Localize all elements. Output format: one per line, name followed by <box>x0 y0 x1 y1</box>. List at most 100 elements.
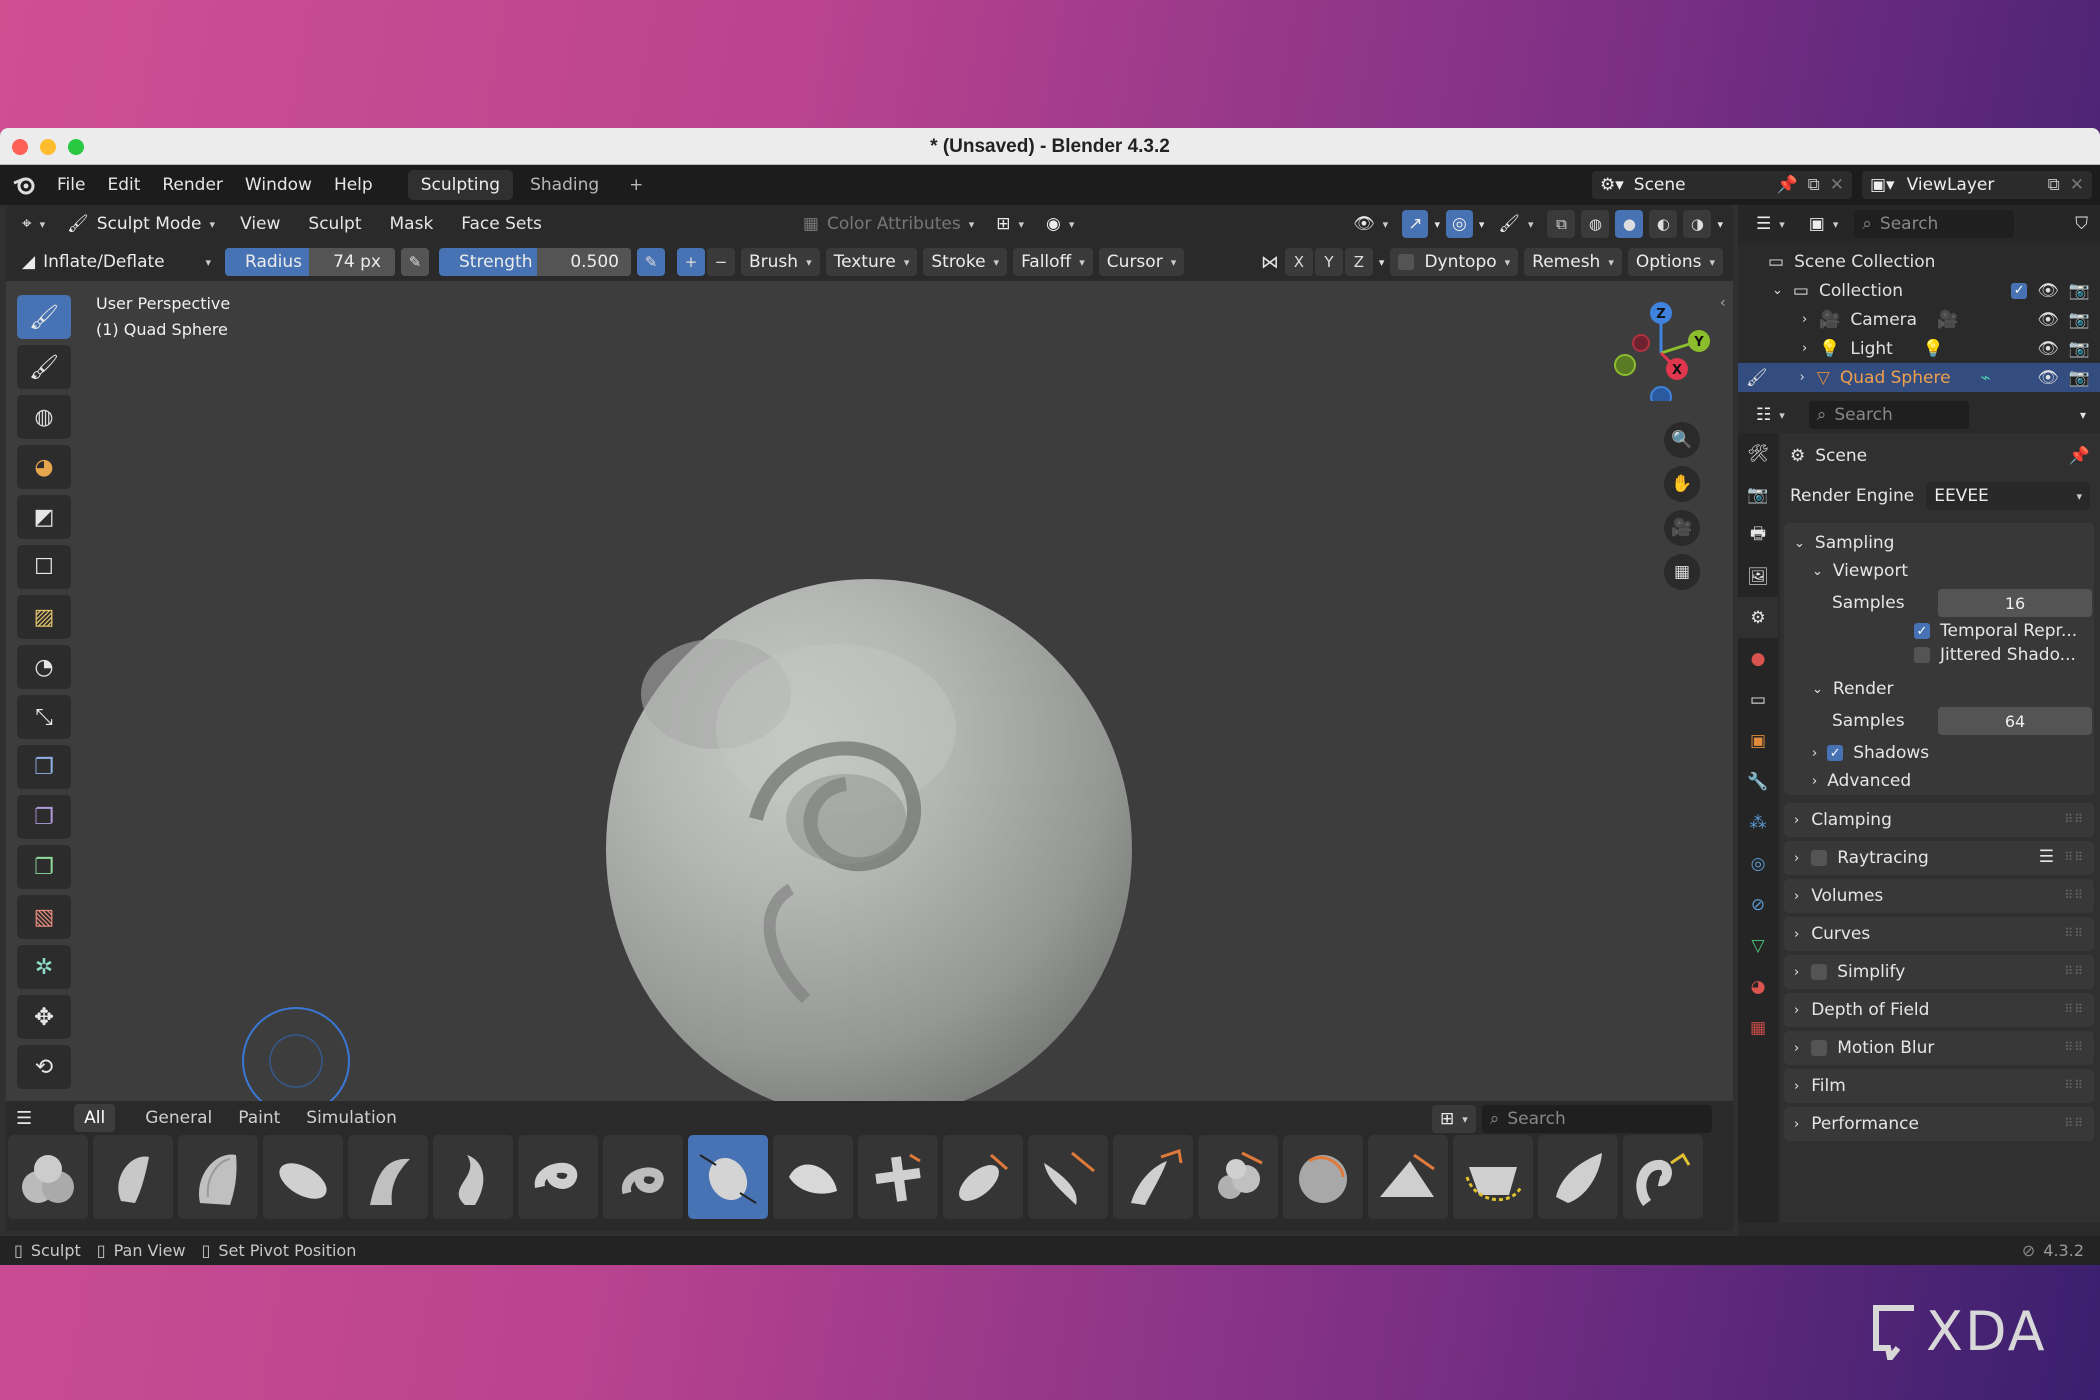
material-shading-button[interactable]: ◐ <box>1649 210 1678 238</box>
jittered-shadows-row[interactable]: Jittered Shado... <box>1914 643 2076 667</box>
color-attributes-dropdown[interactable]: ▦ Color Attributes ▾ <box>795 210 982 238</box>
eye-icon[interactable]: 👁 <box>2037 310 2059 330</box>
drag-handle-icon[interactable]: ⠿⠿ <box>2064 1078 2084 1092</box>
tab-data[interactable]: ▽ <box>1738 925 1778 966</box>
shading-dropdown-icon[interactable]: ▾ <box>1717 218 1723 231</box>
add-workspace-button[interactable]: + <box>616 170 656 200</box>
sidebar-toggle-icon[interactable]: ‹ <box>1720 295 1726 311</box>
scene-selector[interactable]: ⚙▾ Scene 📌 ⧉ ✕ <box>1592 171 1852 199</box>
performance-panel[interactable]: › Performance ⠿⠿ <box>1784 1107 2094 1141</box>
eye-icon[interactable]: 👁 <box>2037 281 2059 301</box>
menu-face-sets[interactable]: Face Sets <box>450 214 553 234</box>
direction-add-button[interactable]: + <box>677 248 705 276</box>
temporal-reprojection-checkbox[interactable]: ✓ <box>1914 623 1930 639</box>
drag-handle-icon[interactable]: ⠿⠿ <box>2064 850 2084 864</box>
tab-output[interactable]: 🖶 <box>1738 515 1778 556</box>
xray-toggle[interactable]: ⧉ <box>1547 210 1576 238</box>
gizmo-toggle[interactable]: ↗ <box>1402 210 1429 238</box>
render-camera-icon[interactable]: 📷 <box>2069 310 2090 330</box>
strength-slider[interactable]: Strength 0.500 <box>439 248 631 276</box>
tab-scene[interactable]: ⚙ <box>1738 597 1778 638</box>
tab-view-layer[interactable]: 🖼 <box>1738 556 1778 597</box>
delete-viewlayer-icon[interactable]: ✕ <box>2070 175 2084 195</box>
texture-menu[interactable]: Texture ▾ <box>825 248 918 276</box>
tool-cloth-filter[interactable]: ❐ <box>17 795 71 839</box>
brush-thumb-blob[interactable] <box>8 1135 88 1219</box>
brush-thumb-draw-face-sets[interactable] <box>1283 1135 1363 1219</box>
brush-thumb-grab[interactable] <box>858 1135 938 1219</box>
drag-handle-icon[interactable]: ⠿⠿ <box>2064 1002 2084 1016</box>
overlays-toggle[interactable]: ◎ <box>1445 210 1473 238</box>
menu-sculpt[interactable]: Sculpt <box>297 214 372 234</box>
transform-orientation-dropdown[interactable]: ⊞ ▾ <box>988 210 1032 238</box>
outliner-editor-type[interactable]: ☰ ▾ <box>1748 210 1793 238</box>
simplify-checkbox[interactable] <box>1811 964 1828 980</box>
menu-mask[interactable]: Mask <box>379 214 445 234</box>
new-scene-icon[interactable]: ⧉ <box>1808 175 1820 195</box>
falloff-menu[interactable]: Falloff ▾ <box>1013 248 1093 276</box>
tab-texture[interactable]: ▦ <box>1738 1007 1778 1048</box>
expand-right-icon[interactable]: › <box>1802 312 1807 327</box>
sculpt-overlay-dropdown[interactable]: 🖌 ▾ <box>1490 210 1541 238</box>
collection-exclude-checkbox[interactable]: ✓ <box>2011 282 2028 299</box>
render-camera-icon[interactable]: 📷 <box>2069 281 2090 301</box>
wireframe-shading-button[interactable]: ◍ <box>1581 210 1610 238</box>
brush-thumb-scrape[interactable] <box>1028 1135 1108 1219</box>
asset-tab-paint[interactable]: Paint <box>228 1104 290 1132</box>
strength-pressure-toggle[interactable]: ✎ <box>637 248 665 276</box>
tool-box-trim[interactable]: ◔ <box>17 645 71 689</box>
tool-color-filter[interactable]: ❐ <box>17 845 71 889</box>
mode-dropdown[interactable]: 🖌 Sculpt Mode ▾ <box>59 210 223 238</box>
properties-editor-type[interactable]: ☷ ▾ <box>1748 401 1793 429</box>
symmetry-x-toggle[interactable]: X <box>1284 248 1313 276</box>
menu-window[interactable]: Window <box>234 175 323 195</box>
options-menu[interactable]: Options ▾ <box>1627 248 1723 276</box>
tool-mesh-filter[interactable]: ❐ <box>17 745 71 789</box>
radius-pressure-toggle[interactable]: ✎ <box>401 248 429 276</box>
render-subpanel-header[interactable]: ⌄ Render <box>1812 675 1893 703</box>
brush-menu[interactable]: Brush ▾ <box>741 248 820 276</box>
brush-thumb-clay-strips[interactable] <box>178 1135 258 1219</box>
tool-mask-brush[interactable]: ◍ <box>17 395 71 439</box>
tool-rotate[interactable]: ⟲ <box>17 1045 71 1089</box>
tab-material[interactable]: ◕ <box>1738 966 1778 1007</box>
cursor-menu[interactable]: Cursor ▾ <box>1098 248 1185 276</box>
tool-face-set-brush[interactable]: ◕ <box>17 445 71 489</box>
zoom-button[interactable]: 🔍 <box>1664 422 1700 458</box>
brush-thumb-nudge[interactable] <box>1538 1135 1618 1219</box>
brush-thumb-pinch[interactable] <box>773 1135 853 1219</box>
jittered-shadows-checkbox[interactable] <box>1914 647 1930 663</box>
brush-thumb-twist[interactable] <box>518 1135 598 1219</box>
drag-handle-icon[interactable]: ⠿⠿ <box>2064 926 2084 940</box>
symmetry-z-toggle[interactable]: Z <box>1344 248 1373 276</box>
tool-line-project[interactable]: ⤡ <box>17 695 71 739</box>
drag-handle-icon[interactable]: ⠿⠿ <box>2064 888 2084 902</box>
direction-subtract-button[interactable]: − <box>707 248 735 276</box>
dyntopo-menu[interactable]: Dyntopo ▾ <box>1390 248 1519 276</box>
drag-handle-icon[interactable]: ⠿⠿ <box>2064 812 2084 826</box>
rendered-shading-button[interactable]: ◑ <box>1683 210 1712 238</box>
zoom-window-button[interactable] <box>68 139 84 155</box>
radius-slider[interactable]: Radius 74 px <box>225 248 395 276</box>
close-window-button[interactable] <box>12 139 28 155</box>
shadows-checkbox[interactable]: ✓ <box>1827 745 1844 761</box>
menu-view[interactable]: View <box>229 214 291 234</box>
viewport-subpanel-header[interactable]: ⌄ Viewport <box>1812 557 1908 585</box>
remesh-menu[interactable]: Remesh ▾ <box>1524 248 1622 276</box>
properties-options-icon[interactable]: ▾ <box>2080 408 2086 422</box>
brush-thumb-inflate[interactable] <box>688 1135 768 1219</box>
brush-thumb-crease[interactable] <box>348 1135 428 1219</box>
advanced-subpanel-header[interactable]: › Advanced <box>1812 767 1911 795</box>
presets-list-icon[interactable]: ☰ <box>2039 847 2054 867</box>
outliner-item-quad-sphere[interactable]: 🖌 › ▽ Quad Sphere ⌁ 👁 📷 <box>1738 363 2100 392</box>
new-viewlayer-icon[interactable]: ⧉ <box>2048 175 2060 195</box>
tab-world[interactable]: ● <box>1738 638 1778 679</box>
raytracing-checkbox[interactable] <box>1811 850 1828 866</box>
symmetry-dropdown-icon[interactable]: ▾ <box>1379 256 1385 269</box>
viewlayer-selector[interactable]: ▣▾ ViewLayer ⧉ ✕ <box>1862 171 2092 199</box>
editor-type-dropdown[interactable]: ⌖ ▾ <box>14 210 53 238</box>
brush-thumb-pose[interactable] <box>1453 1135 1533 1219</box>
menu-file[interactable]: File <box>46 175 96 195</box>
tool-box-face-set[interactable]: ▨ <box>17 595 71 639</box>
blender-logo-icon[interactable] <box>12 174 38 196</box>
